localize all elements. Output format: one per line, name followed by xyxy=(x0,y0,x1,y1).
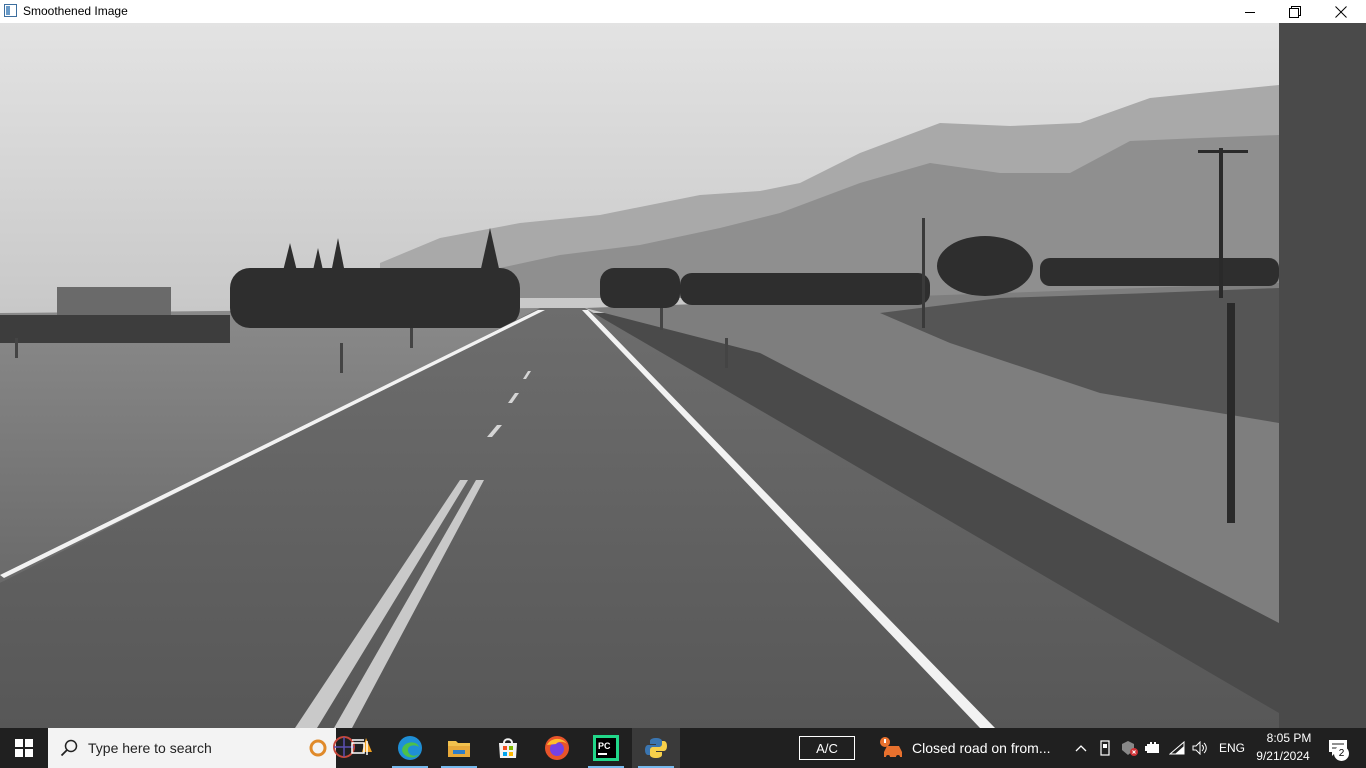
svg-text:PC: PC xyxy=(598,741,611,751)
minimize-button[interactable] xyxy=(1227,0,1273,23)
tray-volume[interactable] xyxy=(1189,728,1211,768)
taskbar-python[interactable] xyxy=(632,728,680,768)
device-icon xyxy=(1100,740,1110,756)
taskbar-pycharm[interactable]: PC xyxy=(582,728,630,768)
taskbar-firefox[interactable] xyxy=(533,728,581,768)
taskbar-store[interactable] xyxy=(484,728,532,768)
battery-icon xyxy=(1145,742,1159,753)
python-icon xyxy=(645,738,667,758)
folder-icon xyxy=(448,741,470,757)
taskbar: Type here to search PC A/C Closed road o… xyxy=(0,728,1366,768)
traffic-alert-icon[interactable] xyxy=(878,736,906,760)
wifi-icon xyxy=(1169,741,1185,755)
restore-icon xyxy=(1289,5,1301,18)
tray-battery[interactable] xyxy=(1142,728,1164,768)
taskbar-file-explorer[interactable] xyxy=(435,728,483,768)
window-titlebar[interactable]: Smoothened Image xyxy=(0,0,1366,23)
task-view-button[interactable] xyxy=(336,728,384,768)
close-icon xyxy=(1335,5,1347,18)
search-icon xyxy=(60,739,78,757)
show-hidden-icons[interactable] xyxy=(1070,728,1092,768)
restore-button[interactable] xyxy=(1272,0,1318,23)
windows-icon xyxy=(15,739,33,757)
news-widget-text[interactable]: Closed road on from... xyxy=(912,740,1051,756)
ac-indicator[interactable]: A/C xyxy=(799,736,855,760)
start-button[interactable] xyxy=(0,728,48,768)
grayscale-road-photo xyxy=(0,23,1279,728)
tray-security[interactable] xyxy=(1117,728,1141,768)
clock-date: 9/21/2024 xyxy=(1256,749,1310,763)
window-background xyxy=(1279,23,1366,728)
minimize-icon xyxy=(1245,11,1255,13)
task-view-icon xyxy=(351,739,368,755)
edge-icon xyxy=(398,736,422,760)
tray-device[interactable] xyxy=(1094,728,1116,768)
store-icon xyxy=(499,738,517,758)
firefox-icon xyxy=(545,736,569,760)
search-box[interactable]: Type here to search xyxy=(48,728,372,768)
taskbar-edge[interactable] xyxy=(386,728,434,768)
close-button[interactable] xyxy=(1318,0,1364,23)
notification-count-badge: 2 xyxy=(1334,746,1349,761)
pycharm-icon: PC xyxy=(593,735,619,761)
speaker-icon xyxy=(1192,741,1207,755)
language-indicator[interactable]: ENG xyxy=(1219,741,1245,755)
chevron-up-icon xyxy=(1075,745,1087,752)
ac-label: A/C xyxy=(816,740,838,756)
clock-time: 8:05 PM xyxy=(1266,731,1312,745)
tray-network[interactable] xyxy=(1166,728,1188,768)
app-window-icon xyxy=(4,4,17,17)
search-placeholder: Type here to search xyxy=(88,740,212,756)
security-alert-icon xyxy=(1122,741,1138,756)
image-content-area xyxy=(0,23,1366,728)
window-title: Smoothened Image xyxy=(23,4,128,18)
